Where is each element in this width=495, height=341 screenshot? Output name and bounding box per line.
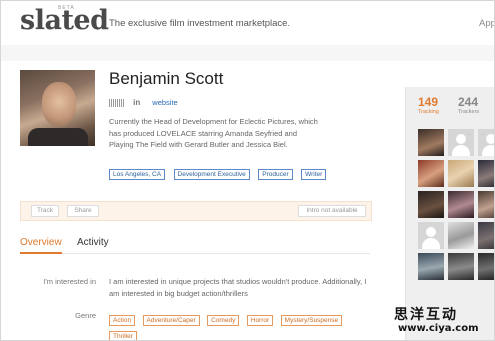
profile-bio: Currently the Head of Development for Ec…	[109, 117, 318, 149]
social-links: in website	[109, 98, 178, 108]
genre-tag[interactable]: Horror	[246, 315, 274, 326]
tracking-label: Tracking	[418, 109, 439, 115]
avatar[interactable]	[478, 191, 494, 218]
genre-list: Action Adventure/Caper Comedy Horror Mys…	[109, 310, 371, 340]
avatar[interactable]	[418, 160, 444, 187]
avatar-placeholder[interactable]	[418, 222, 444, 249]
genre-tag[interactable]: Mystery/Suspense	[280, 315, 343, 326]
genre-label: Genre	[75, 311, 96, 320]
imdb-icon[interactable]	[109, 99, 125, 108]
profile-photo	[20, 70, 95, 146]
profile-name: Benjamin Scott	[109, 69, 224, 88]
tag-location[interactable]: Los Angeles, CA	[109, 169, 166, 180]
tab-divider	[20, 253, 370, 254]
avatar[interactable]	[478, 253, 494, 280]
watermark-text: 思洋互动	[394, 307, 458, 323]
tab-overview[interactable]: Overview	[20, 237, 62, 248]
avatar[interactable]	[448, 253, 474, 280]
tab-activity[interactable]: Activity	[77, 237, 109, 248]
trackers-stat[interactable]: 244 Trackers	[458, 95, 479, 115]
avatar[interactable]	[448, 160, 474, 187]
genre-tag[interactable]: Action	[109, 315, 136, 326]
avatar[interactable]	[418, 253, 444, 280]
share-button[interactable]: Share	[67, 205, 99, 217]
profile-tags: Los Angeles, CA Development Executive Pr…	[109, 163, 330, 181]
avatar[interactable]	[478, 222, 494, 249]
interest-text: I am interested in unique projects that …	[109, 277, 367, 298]
app-link[interactable]: App	[479, 18, 494, 29]
tag-role[interactable]: Development Executive	[173, 169, 250, 180]
network-panel: 149 Tracking 244 Trackers	[405, 87, 494, 340]
genre-tag[interactable]: Comedy	[207, 315, 240, 326]
profile-photo-shirt	[28, 128, 88, 146]
tracking-stat[interactable]: 149 Tracking	[418, 95, 439, 115]
page-frame: BETA slated The exclusive film investmen…	[0, 0, 495, 341]
action-bar: Track Share Intro not available	[20, 201, 372, 221]
website-link[interactable]: website	[152, 98, 177, 107]
tracking-count: 149	[418, 95, 439, 109]
track-button[interactable]: Track	[31, 205, 59, 217]
avatar[interactable]	[418, 191, 444, 218]
tag-writer[interactable]: Writer	[301, 169, 327, 180]
linkedin-icon[interactable]: in	[133, 98, 140, 107]
interest-label: I'm interested in	[43, 277, 96, 286]
avatar[interactable]	[448, 222, 474, 249]
trackers-count: 244	[458, 95, 479, 109]
genre-tag[interactable]: Adventure/Caper	[142, 315, 200, 326]
avatar[interactable]	[418, 129, 444, 156]
genre-tag[interactable]: Thriller	[109, 331, 137, 340]
header-band	[1, 45, 494, 61]
avatar-placeholder[interactable]	[478, 129, 494, 156]
avatar[interactable]	[478, 160, 494, 187]
watermark-url: www.ciya.com	[398, 323, 479, 334]
trackers-label: Trackers	[458, 109, 480, 115]
tag-producer[interactable]: Producer	[258, 169, 293, 180]
header: BETA slated The exclusive film investmen…	[1, 1, 494, 46]
slated-logo[interactable]: slated	[20, 7, 109, 35]
avatar-placeholder[interactable]	[448, 129, 474, 156]
tab-active-indicator	[20, 252, 62, 254]
intro-button[interactable]: Intro not available	[298, 205, 366, 217]
profile-photo-face	[42, 82, 76, 126]
tagline: The exclusive film investment marketplac…	[109, 18, 291, 29]
avatar[interactable]	[448, 191, 474, 218]
